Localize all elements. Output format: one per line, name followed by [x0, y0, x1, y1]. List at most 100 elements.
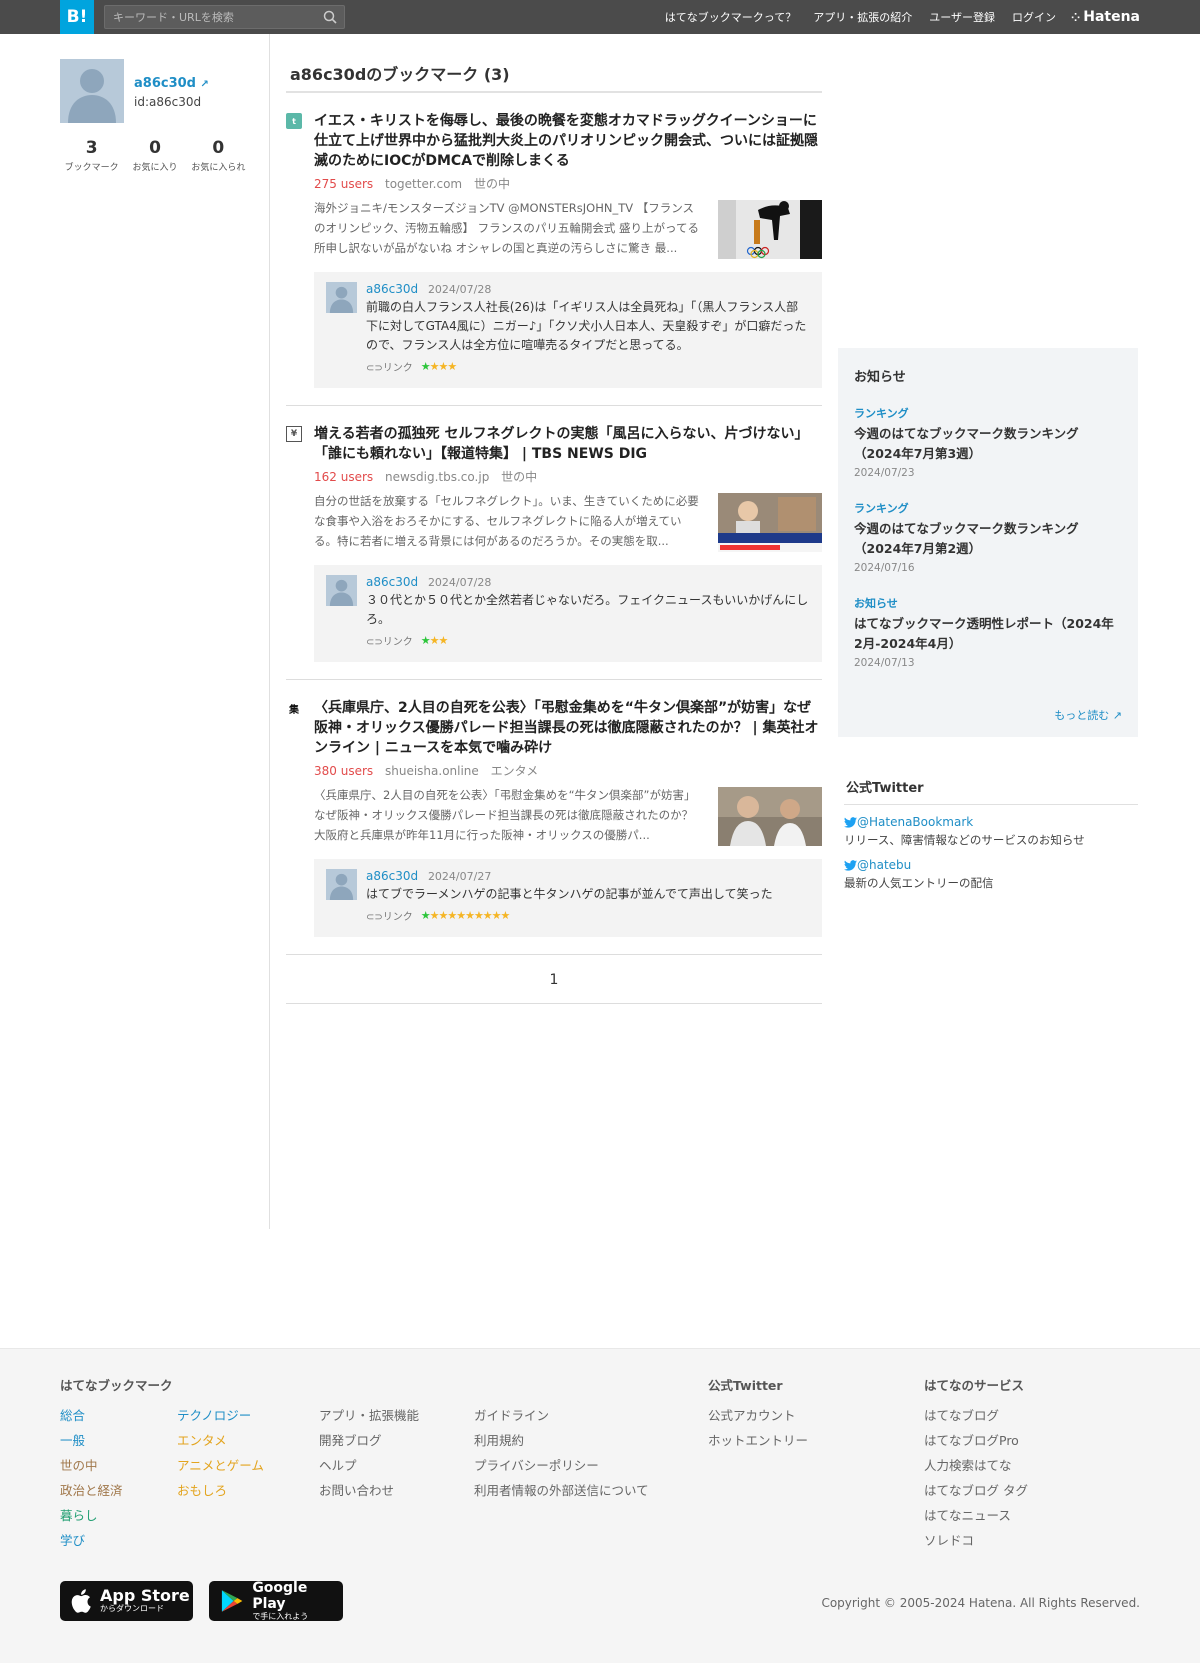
footer-link-category[interactable]: エンタメ — [177, 1432, 264, 1450]
stat-bookmarks[interactable]: 3 ブックマーク — [60, 138, 123, 173]
footer-link[interactable]: ガイドライン — [474, 1407, 649, 1425]
notice-item[interactable]: お知らせ はてなブックマーク透明性レポート（2024年2月-2024年4月） 2… — [854, 595, 1122, 669]
entry-users[interactable]: 162 users — [314, 470, 373, 484]
star-rating[interactable]: ★★★★★★★★★★ — [421, 909, 511, 922]
footer-link-category[interactable]: テクノロジー — [177, 1407, 264, 1425]
footer-link[interactable]: アプリ・拡張機能 — [319, 1407, 419, 1425]
comment-link[interactable]: ⊂⊃リンク — [366, 359, 413, 374]
stat-favorited[interactable]: 0 お気に入られ — [187, 138, 250, 173]
footer-link[interactable]: はてなブログ タグ — [924, 1482, 1028, 1500]
bookmark-comment: a86c30d 2024/07/28 前職の白人フランス人社長(26)は「イギリ… — [314, 272, 822, 388]
footer-link[interactable]: 公式アカウント — [708, 1407, 808, 1425]
footer-link[interactable]: プライバシーポリシー — [474, 1457, 649, 1475]
page-number[interactable]: 1 — [550, 972, 559, 988]
footer-link[interactable]: はてなニュース — [924, 1507, 1028, 1525]
comment-avatar[interactable] — [326, 869, 357, 900]
comment-user[interactable]: a86c30d — [366, 869, 418, 883]
footer-link[interactable]: ソレドコ — [924, 1532, 1028, 1550]
search-box — [104, 5, 345, 29]
footer-link-category[interactable]: 一般 — [60, 1432, 123, 1450]
entry-category[interactable]: 世の中 — [501, 470, 537, 484]
footer-link[interactable]: 利用者情報の外部送信について — [474, 1482, 649, 1500]
nav-apps[interactable]: アプリ・拡張の紹介 — [813, 9, 912, 25]
entry-thumbnail[interactable] — [718, 200, 822, 259]
app-store-badge[interactable]: App Store からダウンロード — [60, 1581, 193, 1621]
footer-link[interactable]: ホットエントリー — [708, 1432, 808, 1450]
entry-category[interactable]: エンタメ — [491, 764, 539, 778]
footer-link-category[interactable]: アニメとゲーム — [177, 1457, 264, 1475]
google-play-badge[interactable]: Google Play で手に入れよう — [209, 1580, 343, 1621]
comment-link[interactable]: ⊂⊃リンク — [366, 908, 413, 923]
comment-avatar[interactable] — [326, 282, 357, 313]
footer-link[interactable]: 開発ブログ — [319, 1432, 419, 1450]
default-user-icon — [329, 873, 354, 900]
entry-domain[interactable]: newsdig.tbs.co.jp — [385, 470, 489, 484]
footer-link-list: アプリ・拡張機能 開発ブログ ヘルプ お問い合わせ — [319, 1407, 419, 1507]
twitter-bird-icon — [844, 859, 857, 871]
star-rating[interactable]: ★★★★ — [421, 360, 457, 373]
togetter-icon: t — [286, 113, 302, 129]
entry-meta: 162 users newsdig.tbs.co.jp 世の中 — [314, 468, 822, 485]
footer-link[interactable]: 人力検索はてな — [924, 1457, 1028, 1475]
notice-item[interactable]: ランキング 今週のはてなブックマーク数ランキング（2024年7月第3週） 202… — [854, 405, 1122, 479]
twitter-title: 公式Twitter — [844, 777, 1138, 805]
footer-link-category[interactable]: 暮らし — [60, 1507, 123, 1525]
hatena-logo[interactable]: ⁘ Hatena — [1071, 9, 1140, 25]
footer-heading: 公式Twitter — [708, 1378, 783, 1393]
entry-thumbnail[interactable] — [718, 493, 822, 552]
notice-item[interactable]: ランキング 今週のはてなブックマーク数ランキング（2024年7月第2週） 202… — [854, 500, 1122, 574]
comment-user[interactable]: a86c30d — [366, 575, 418, 589]
footer-link-category[interactable]: 政治と経済 — [60, 1482, 123, 1500]
external-link-icon: ↗ — [1112, 709, 1122, 722]
footer-link[interactable]: はてなブログ — [924, 1407, 1028, 1425]
footer-link-category[interactable]: おもしろ — [177, 1482, 264, 1500]
twitter-item: @hatebu 最新の人気エントリーの配信 — [844, 858, 1138, 891]
nav-login[interactable]: ログイン — [1012, 9, 1056, 25]
footer-link-category[interactable]: 学び — [60, 1532, 123, 1550]
twitter-handle-link[interactable]: @HatenaBookmark — [844, 815, 1138, 829]
footer-heading: はてなブックマーク — [60, 1378, 173, 1393]
entry-title[interactable]: 増える若者の孤独死 セルフネグレクトの実態「風呂に入らない、片づけない」「誰にも… — [314, 426, 808, 462]
twitter-panel: 公式Twitter @HatenaBookmark リリース、障害情報などのサー… — [844, 777, 1138, 891]
notice-title: お知らせ — [854, 370, 906, 385]
google-play-icon — [221, 1590, 243, 1612]
footer-link[interactable]: お問い合わせ — [319, 1482, 419, 1500]
search-icon[interactable] — [323, 10, 337, 24]
star-rating[interactable]: ★★★ — [421, 634, 449, 647]
notice-panel: お知らせ ランキング 今週のはてなブックマーク数ランキング（2024年7月第3週… — [838, 348, 1138, 737]
read-more-link[interactable]: もっと読む ↗ — [1054, 707, 1122, 723]
link-icon: ⊂⊃ — [366, 363, 383, 374]
profile-stats: 3 ブックマーク 0 お気に入り 0 お気に入られ — [60, 138, 250, 173]
comment-date[interactable]: 2024/07/28 — [428, 283, 491, 296]
comment-avatar[interactable] — [326, 575, 357, 606]
default-user-icon — [329, 579, 354, 606]
entry-title[interactable]: イエス・キリストを侮辱し、最後の晩餐を変態オカマドラッグクイーンショーに仕立て上… — [314, 113, 818, 169]
footer-link-category[interactable]: 総合 — [60, 1407, 123, 1425]
nav-about[interactable]: はてなブックマークって？ — [665, 9, 796, 25]
footer: はてなブックマーク 総合 一般 世の中 政治と経済 暮らし 学び テクノロジー … — [0, 1348, 1200, 1663]
footer-link[interactable]: はてなブログPro — [924, 1432, 1028, 1450]
entry-meta: 275 users togetter.com 世の中 — [314, 175, 822, 192]
comment-link[interactable]: ⊂⊃リンク — [366, 633, 413, 648]
twitter-handle-link[interactable]: @hatebu — [844, 858, 1138, 872]
comment-date[interactable]: 2024/07/28 — [428, 576, 491, 589]
entry-users[interactable]: 275 users — [314, 177, 373, 191]
nav-register[interactable]: ユーザー登録 — [929, 9, 995, 25]
comment-user[interactable]: a86c30d — [366, 282, 418, 296]
search-input[interactable] — [105, 6, 315, 28]
stat-favorites[interactable]: 0 お気に入り — [123, 138, 186, 173]
entry-users[interactable]: 380 users — [314, 764, 373, 778]
comment-date[interactable]: 2024/07/27 — [428, 870, 491, 883]
profile-username[interactable]: a86c30d ↗ — [134, 76, 209, 91]
hatena-bookmark-logo[interactable]: B! — [60, 0, 94, 34]
entry-title[interactable]: 〈兵庫県庁、2人目の自死を公表〉「弔慰金集めを“牛タン倶楽部”が妨害」なぜ阪神・… — [314, 700, 818, 756]
entry-thumbnail[interactable] — [718, 787, 822, 846]
footer-link-category[interactable]: 世の中 — [60, 1457, 123, 1475]
entry-domain[interactable]: shueisha.online — [385, 764, 479, 778]
footer-link[interactable]: 利用規約 — [474, 1432, 649, 1450]
entry-category[interactable]: 世の中 — [474, 177, 510, 191]
bookmark-entry: t イエス・キリストを侮辱し、最後の晩餐を変態オカマドラッグクイーンショーに仕立… — [286, 93, 822, 406]
avatar[interactable] — [60, 59, 124, 123]
entry-domain[interactable]: togetter.com — [385, 177, 462, 191]
footer-link[interactable]: ヘルプ — [319, 1457, 419, 1475]
